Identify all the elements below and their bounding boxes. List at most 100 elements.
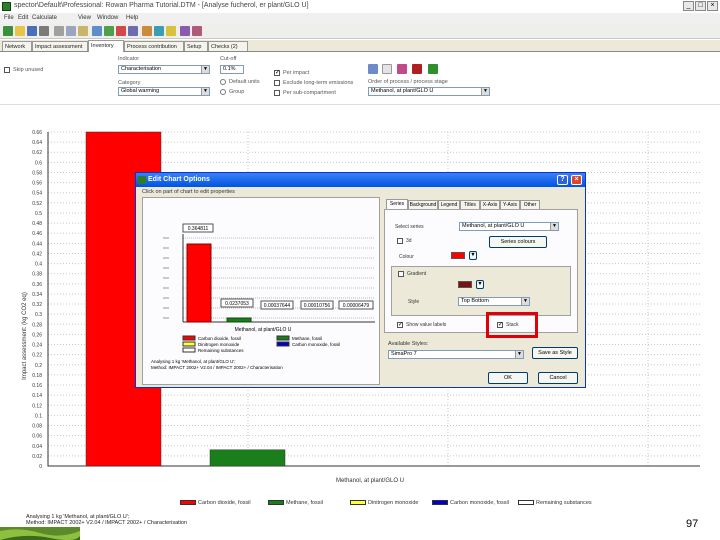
settings-icon[interactable] [192, 26, 202, 36]
compare-icon[interactable] [128, 26, 138, 36]
color-swatch[interactable] [451, 252, 465, 259]
skip-unused-label: Skip unused [13, 67, 44, 73]
copy-icon[interactable] [66, 26, 76, 36]
table-view-icon[interactable] [368, 64, 378, 74]
menu-view[interactable]: View [78, 15, 91, 21]
preview-bar[interactable] [186, 243, 212, 323]
ok-button[interactable]: OK [488, 372, 528, 384]
legend-label: Dinitrogen monoxide [368, 500, 419, 506]
per-sub-label: Per sub-compartment [283, 90, 336, 96]
help-button[interactable]: ? [557, 175, 568, 185]
stacked-chart-icon[interactable] [412, 64, 422, 74]
select-series-value: Methanol, at plant/GLO U [462, 223, 525, 229]
tab-impact-assessment[interactable]: Impact assessment [32, 41, 88, 51]
cut-icon[interactable] [54, 26, 64, 36]
gradient-picker-button[interactable]: ▼ [476, 280, 484, 289]
tab-y-axis[interactable]: Y-Axis [500, 200, 520, 209]
legend-swatch [432, 500, 448, 506]
tab-setup[interactable]: Setup [184, 41, 208, 51]
tab-titles[interactable]: Titles [460, 200, 480, 209]
minimize-button[interactable]: _ [683, 1, 694, 11]
order-select[interactable]: Methanol, at plant/GLO U ▼ [368, 87, 490, 96]
default-units-radio[interactable] [220, 79, 226, 85]
print-icon[interactable] [39, 26, 49, 36]
tab-network[interactable]: Network [2, 41, 32, 51]
category-value: Global warming [121, 88, 160, 94]
legend-swatch [268, 500, 284, 506]
menu-help[interactable]: Help [126, 15, 138, 21]
available-styles-select[interactable]: SimaPro 7 ▼ [388, 350, 524, 359]
select-series-dropdown[interactable]: Methanol, at plant/GLO U ▼ [459, 222, 559, 231]
gradient-style-select[interactable]: Top Bottom ▼ [458, 297, 530, 306]
bar-methane-fossil[interactable] [209, 449, 286, 467]
category-select[interactable]: Global warming ▼ [118, 87, 210, 96]
per-sub-checkbox[interactable] [274, 90, 280, 96]
chart-preview[interactable]: 0.364811 0.0237053 0.00037644 0.00010756… [142, 197, 380, 385]
preview-bar-label: 0.00010756 [304, 303, 331, 309]
chart-icon[interactable] [166, 26, 176, 36]
maximize-button[interactable]: □ [695, 1, 706, 11]
bar-chart-icon[interactable] [382, 64, 392, 74]
tab-inventory[interactable]: Inventory [88, 40, 124, 52]
chevron-down-icon: ▼ [481, 88, 489, 95]
edit-icon[interactable] [92, 26, 102, 36]
gradient-checkbox[interactable] [398, 271, 404, 277]
y-tick-label: 0.14 [32, 393, 42, 399]
new-icon[interactable] [3, 26, 13, 36]
y-tick-labels: 0.66 0.64 0.62 0.6 0.58 0.56 0.54 0.52 0.5 0.48 0.… [32, 130, 42, 470]
dialog-close-button[interactable]: × [571, 175, 582, 185]
network-icon[interactable] [142, 26, 152, 36]
paste-icon[interactable] [78, 26, 88, 36]
style-label: Style [408, 299, 420, 305]
close-button[interactable]: × [707, 1, 718, 11]
group-radio[interactable] [220, 89, 226, 95]
filter-icon[interactable] [180, 26, 190, 36]
pie-chart-icon[interactable] [397, 64, 407, 74]
analyse-icon[interactable] [116, 26, 126, 36]
save-as-style-button[interactable]: Save as Style [532, 347, 578, 359]
show-labels-checkbox[interactable]: ✓ [397, 322, 403, 328]
dialog-titlebar: Edit Chart Options ? × [136, 173, 585, 187]
y-tick-label: 0.24 [32, 343, 42, 349]
y-tick-label: 0.46 [32, 231, 42, 237]
gradient-color-swatch[interactable] [458, 281, 472, 288]
indicator-label: Indicator [118, 56, 140, 62]
preview-legend-label: Carbon monoxide, fossil [292, 342, 340, 347]
per-impact-checkbox[interactable]: ✓ [274, 70, 280, 76]
menu-edit[interactable]: Edit [18, 15, 28, 21]
group-label: Group [229, 89, 245, 95]
tree-icon[interactable] [154, 26, 164, 36]
tab-series[interactable]: Series [386, 199, 408, 209]
save-icon[interactable] [27, 26, 37, 36]
window-title: spector\Default\Professional: Rowan Phar… [14, 2, 309, 9]
app-icon [2, 2, 11, 11]
available-styles-label: Available Styles: [388, 341, 429, 347]
tab-background[interactable]: Background [408, 200, 438, 209]
color-picker-button[interactable]: ▼ [469, 251, 477, 260]
tab-legend[interactable]: Legend [438, 200, 460, 209]
preview-legend-label: Remaining substances [198, 348, 244, 353]
order-value: Methanol, at plant/GLO U [371, 88, 434, 94]
tab-process-contribution[interactable]: Process contribution [124, 41, 184, 51]
menu-calculate[interactable]: Calculate [32, 15, 57, 21]
menu-window[interactable]: Window [97, 15, 118, 21]
skip-unused-checkbox[interactable] [4, 67, 10, 73]
exclude-long-term-checkbox[interactable] [274, 80, 280, 86]
chart-options-icon[interactable] [428, 64, 438, 74]
calculate-icon[interactable] [104, 26, 114, 36]
open-icon[interactable] [15, 26, 25, 36]
y-tick-label: 0.1 [35, 413, 42, 419]
tab-checks[interactable]: Checks (2) [208, 41, 248, 51]
menu-file[interactable]: File [4, 15, 14, 21]
tab-other[interactable]: Other [520, 200, 540, 209]
cutoff-input[interactable]: 0.1% [220, 65, 244, 74]
show-labels-label: Show value labels [406, 322, 447, 328]
cancel-button[interactable]: Cancel [538, 372, 578, 384]
preview-bar[interactable] [226, 317, 252, 323]
indicator-select[interactable]: Characterisation ▼ [118, 65, 210, 74]
order-label: Order of process / process stage [368, 79, 448, 85]
series-colors-button[interactable]: Series colours [489, 236, 547, 248]
tab-x-axis[interactable]: X-Axis [480, 200, 500, 209]
3d-checkbox[interactable] [397, 238, 403, 244]
y-tick-label: 0.18 [32, 373, 42, 379]
